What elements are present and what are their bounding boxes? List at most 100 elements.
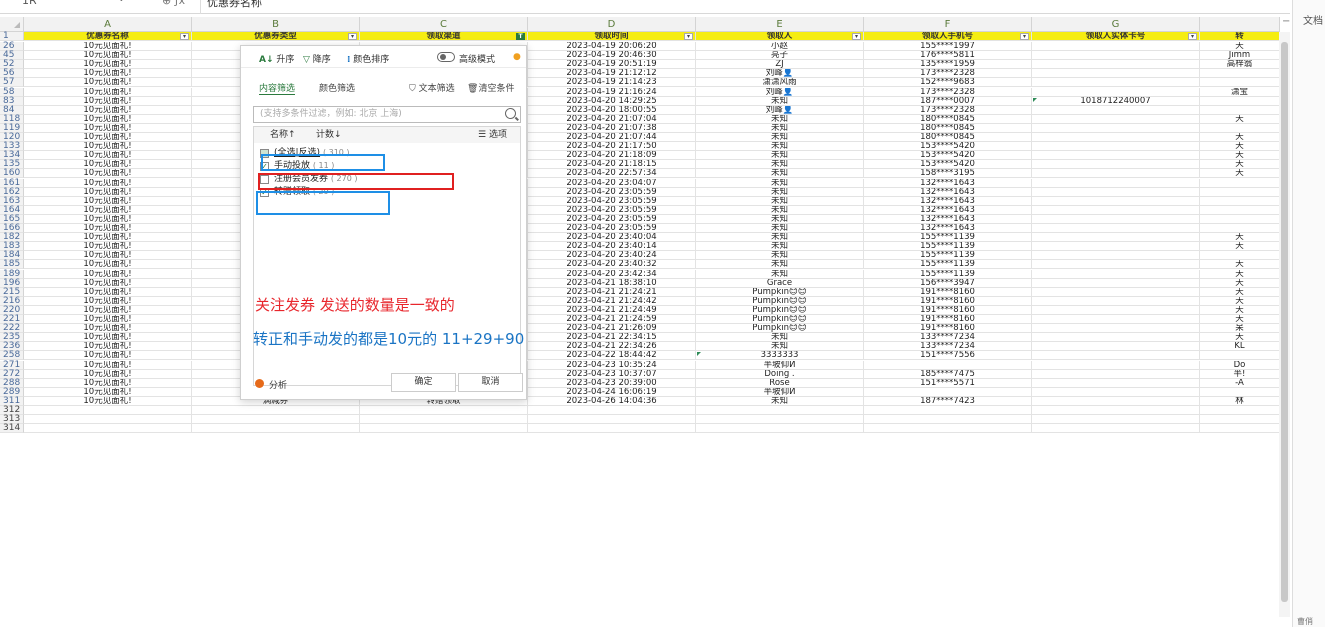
cell-G[interactable] (1032, 205, 1200, 215)
cell-D[interactable]: 2023-04-21 21:26:09 (528, 324, 696, 334)
cell-A[interactable]: 10元见面礼! (24, 278, 192, 288)
cell-G[interactable] (1032, 287, 1200, 297)
cell-D[interactable]: 2023-04-21 21:24:59 (528, 315, 696, 324)
cell-A[interactable]: 10元见面礼! (24, 187, 192, 197)
cell-D[interactable]: 2023-04-20 23:05:59 (528, 224, 696, 233)
pie-chart-icon[interactable] (255, 379, 264, 388)
column-header-F[interactable]: F (864, 17, 1032, 32)
cell-F[interactable]: 180****0845 (864, 114, 1032, 124)
cell-E[interactable]: Pumpkin😊😊 (696, 296, 864, 306)
cell-H[interactable] (1200, 251, 1280, 261)
cell-E[interactable]: 未知 (696, 224, 864, 233)
cell-D[interactable]: 2023-04-21 21:24:49 (528, 305, 696, 315)
cell-D[interactable]: 2023-04-20 21:07:04 (528, 114, 696, 124)
cell-G[interactable] (1032, 224, 1200, 233)
cell-F[interactable] (864, 415, 1032, 425)
cell-D[interactable]: 2023-04-21 18:38:10 (528, 278, 696, 288)
cell-G[interactable] (1032, 87, 1200, 97)
cell-A[interactable]: 10元见面礼! (24, 315, 192, 324)
cell-G[interactable] (1032, 151, 1200, 161)
cell-C[interactable] (360, 406, 528, 415)
cell-D[interactable] (528, 406, 696, 415)
sort-by-count[interactable]: 计数↓ (316, 127, 342, 143)
fx-icon[interactable]: ⊕ ƒx (162, 0, 185, 7)
cell-G[interactable] (1032, 305, 1200, 315)
cell-G[interactable] (1032, 396, 1200, 406)
cell-G[interactable] (1032, 169, 1200, 179)
cell-D[interactable]: 2023-04-20 23:40:24 (528, 251, 696, 261)
cell-A[interactable]: 10元见面礼! (24, 151, 192, 161)
cell-H[interactable]: 林 (1200, 396, 1280, 406)
cell-D[interactable]: 2023-04-20 21:18:09 (528, 151, 696, 161)
cell-C[interactable] (360, 415, 528, 425)
scrollbar-thumb[interactable] (1281, 42, 1288, 602)
cell-F[interactable]: 191****8160 (864, 296, 1032, 306)
cell-A[interactable]: 10元见面礼! (24, 51, 192, 61)
cell-F[interactable]: 132****1643 (864, 205, 1032, 215)
cell-A[interactable]: 10元见面礼! (24, 178, 192, 188)
advanced-mode-toggle[interactable] (437, 52, 455, 62)
cell-G[interactable] (1032, 278, 1200, 288)
cell-E[interactable]: 3333333 (696, 351, 864, 361)
cell-A[interactable]: 10元见面礼! (24, 224, 192, 233)
cell-E[interactable]: 未知 (696, 178, 864, 188)
cell-E[interactable]: 未知 (696, 333, 864, 343)
cell-D[interactable]: 2023-04-19 21:14:23 (528, 78, 696, 88)
cell-G[interactable] (1032, 315, 1200, 324)
cell-D[interactable]: 2023-04-23 10:35:24 (528, 360, 696, 370)
cell-G[interactable] (1032, 387, 1200, 397)
cell-F[interactable]: 187****0007 (864, 96, 1032, 106)
cell-D[interactable]: 2023-04-20 21:07:38 (528, 123, 696, 133)
vertical-scrollbar[interactable] (1279, 32, 1290, 617)
cell-H[interactable] (1200, 69, 1280, 79)
cell-E[interactable]: 小赵 (696, 42, 864, 51)
cell-H[interactable]: 天 (1200, 278, 1280, 288)
cell-D[interactable] (528, 424, 696, 434)
cell-E[interactable]: ZJ (696, 60, 864, 70)
cell-F[interactable]: 155****1997 (864, 42, 1032, 51)
cell-A[interactable]: 10元见面礼! (24, 69, 192, 79)
cell-A[interactable]: 10元见面礼! (24, 196, 192, 206)
row-number[interactable]: 1 (0, 32, 24, 41)
cell-F[interactable]: 173****2328 (864, 69, 1032, 79)
cell-E[interactable]: 半坡仰И (696, 387, 864, 397)
cell-H[interactable] (1200, 424, 1280, 434)
cell-E[interactable]: 未知 (696, 251, 864, 261)
cell-E[interactable]: 刘峰👤 (696, 69, 864, 79)
cell-A[interactable]: 10元见面礼! (24, 42, 192, 51)
cell-G[interactable] (1032, 123, 1200, 133)
cell-H[interactable] (1200, 96, 1280, 106)
cell-D[interactable]: 2023-04-20 22:57:34 (528, 169, 696, 179)
spreadsheet-grid[interactable]: A B C D E F G 1 优惠券名称 ▾ 优惠券类型 ▾ 领取渠道 T 领取时间 ▾ 领取人 ▾ 领取人手机号… (0, 17, 1290, 627)
cell-G[interactable] (1032, 60, 1200, 70)
color-sort-button[interactable]: ⁞ 颜色排序 (347, 52, 389, 65)
column-header-D[interactable]: D (528, 17, 696, 32)
cell-H[interactable]: 天 (1200, 160, 1280, 170)
name-box[interactable]: 1R ⌄ (22, 0, 125, 8)
cell-G[interactable] (1032, 105, 1200, 115)
cell-H[interactable] (1200, 187, 1280, 197)
cell-B[interactable] (192, 424, 360, 434)
cell-E[interactable]: 未知 (696, 142, 864, 152)
cell-F[interactable]: 191****8160 (864, 287, 1032, 297)
cell-A[interactable]: 10元见面礼! (24, 96, 192, 106)
cell-H[interactable] (1200, 123, 1280, 133)
cell-F[interactable]: 151****7556 (864, 351, 1032, 361)
cell-G[interactable] (1032, 378, 1200, 388)
cell-H[interactable]: 天 (1200, 260, 1280, 270)
cell-G[interactable] (1032, 51, 1200, 61)
panel-label[interactable]: 文档 (1303, 12, 1323, 27)
cell-A[interactable]: 10元见面礼! (24, 60, 192, 70)
cell-G[interactable] (1032, 196, 1200, 206)
cell-F[interactable] (864, 406, 1032, 415)
cell-G[interactable] (1032, 296, 1200, 306)
cell-E[interactable]: 未知 (696, 342, 864, 352)
cell-D[interactable]: 2023-04-20 21:18:15 (528, 160, 696, 170)
cell-D[interactable]: 2023-04-19 21:16:24 (528, 87, 696, 97)
filter-dropdown-button[interactable]: ▾ (1188, 33, 1197, 40)
cell-E[interactable]: 亮子 (696, 51, 864, 61)
cell-H[interactable]: 潇宝 (1200, 87, 1280, 97)
cell-H[interactable]: 天 (1200, 142, 1280, 152)
cell-G[interactable] (1032, 424, 1200, 434)
cell-D[interactable]: 2023-04-20 23:42:34 (528, 269, 696, 279)
